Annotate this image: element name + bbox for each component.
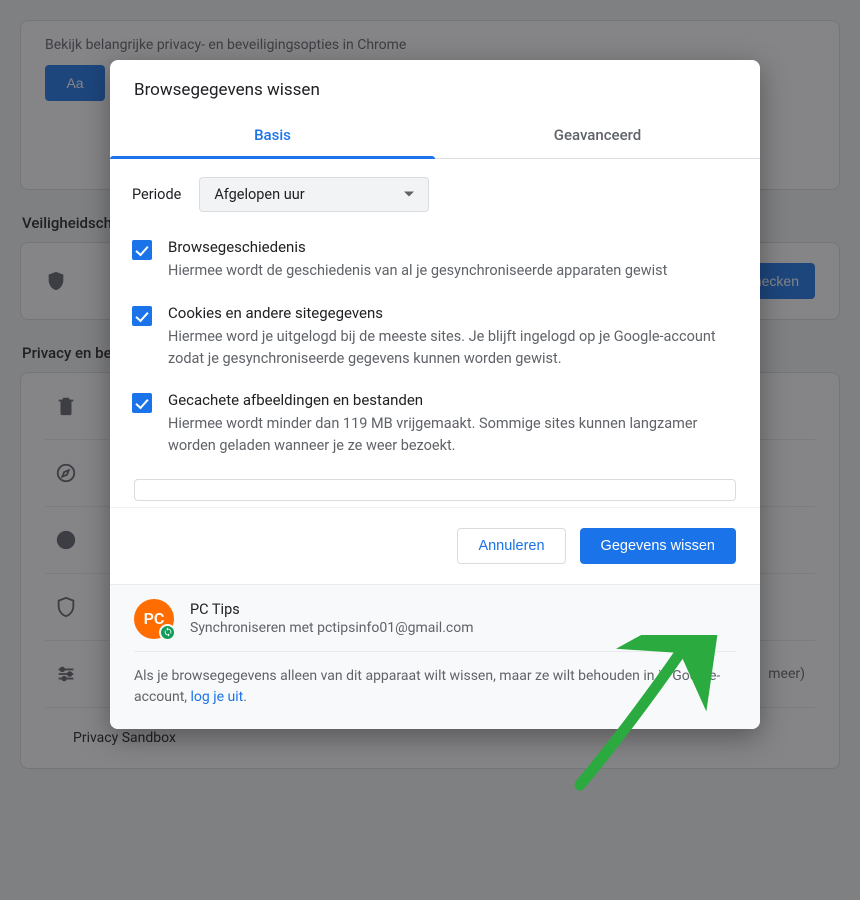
cancel-button[interactable]: Annuleren [457, 528, 565, 564]
tab-advanced[interactable]: Geavanceerd [435, 114, 760, 158]
option-title: Gecachete afbeeldingen en bestanden [168, 391, 738, 409]
sync-badge-icon [159, 624, 176, 641]
sign-out-link[interactable]: log je uit [191, 689, 244, 705]
clear-browsing-data-dialog: Browsegegevens wissen Basis Geavanceerd … [110, 60, 760, 729]
dialog-title: Browsegegevens wissen [110, 60, 760, 114]
clear-data-button[interactable]: Gegevens wissen [580, 528, 736, 564]
account-name: PC Tips [190, 601, 473, 618]
option-title: Cookies en andere sitegegevens [168, 304, 738, 322]
option-cached-images[interactable]: Gecachete afbeeldingen en bestanden Hier… [132, 391, 738, 457]
option-desc: Hiermee wordt de geschiedenis van al je … [168, 260, 738, 282]
checkbox-cookies[interactable] [132, 306, 152, 326]
period-select[interactable]: Afgelopen uur [199, 177, 429, 212]
dialog-scroll-area[interactable]: Periode Afgelopen uur Browsegeschiedenis… [110, 159, 760, 508]
option-desc: Hiermee wordt minder dan 119 MB vrijgema… [168, 413, 738, 457]
footnote: Als je browsegegevens alleen van dit app… [134, 652, 736, 709]
avatar: PC [134, 599, 174, 639]
dialog-actions: Annuleren Gegevens wissen [110, 508, 760, 584]
footnote-text-2: . [243, 689, 247, 705]
period-label: Periode [132, 186, 181, 203]
account-info-box: PC PC Tips Synchroniseren met pctipsinfo… [110, 584, 760, 729]
checkbox-cached-images[interactable] [132, 393, 152, 413]
option-title: Browsegeschiedenis [168, 238, 738, 256]
partial-hidden-element [134, 479, 736, 501]
option-desc: Hiermee word je uitgelogd bij de meeste … [168, 326, 738, 370]
account-sync-text: Synchroniseren met pctipsinfo01@gmail.co… [190, 620, 473, 636]
checkbox-browsing-history[interactable] [132, 240, 152, 260]
option-browsing-history[interactable]: Browsegeschiedenis Hiermee wordt de gesc… [132, 238, 738, 282]
period-value: Afgelopen uur [214, 186, 304, 203]
option-cookies[interactable]: Cookies en andere sitegegevens Hiermee w… [132, 304, 738, 370]
tab-basic[interactable]: Basis [110, 114, 435, 158]
dialog-tabs: Basis Geavanceerd [110, 114, 760, 159]
